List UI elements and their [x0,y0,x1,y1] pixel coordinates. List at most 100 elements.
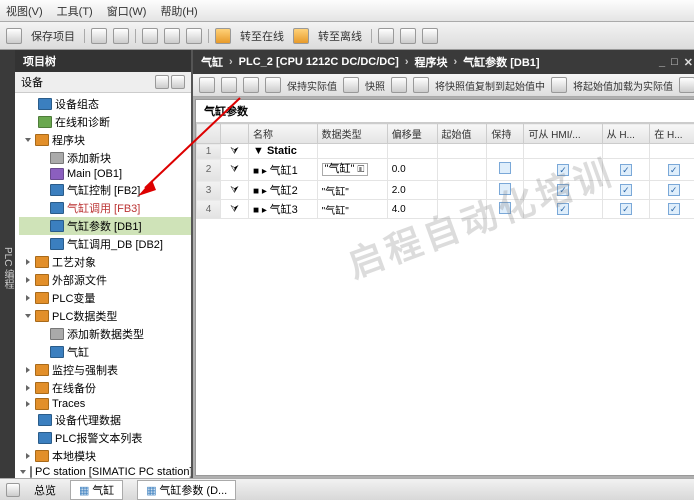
col-in-hmi[interactable]: 从 H... [602,124,650,144]
expand-icon[interactable] [20,470,26,474]
maximize-icon[interactable]: □ [671,56,678,69]
menu-tools[interactable]: 工具(T) [57,3,93,19]
expand-icon[interactable] [26,259,30,265]
expand-icon[interactable] [26,385,30,391]
upload-icon[interactable] [186,28,202,44]
tree-cyl-call: 气缸调用 [FB3] [19,199,191,217]
save-icon[interactable] [6,28,22,44]
menu-help[interactable]: 帮助(H) [160,3,197,19]
go-offline-label: 转至离线 [318,28,362,44]
checkbox[interactable]: ✓ [668,203,680,215]
checkbox[interactable]: ✓ [557,203,569,215]
go-online-icon[interactable] [215,28,231,44]
expand-icon[interactable] [26,367,30,373]
folder-icon [35,310,49,322]
checkbox[interactable]: ✓ [557,164,569,176]
checkbox[interactable]: ✓ [620,184,632,196]
snapshot-button[interactable]: 快照 [365,78,385,93]
panel-sub-devices: 设备 [15,72,191,93]
menu-window[interactable]: 窗口(W) [107,3,147,19]
checkbox[interactable] [499,202,511,214]
load-icon[interactable] [551,77,567,93]
go-offline-icon[interactable] [293,28,309,44]
copy-snap-button[interactable]: 将快照值复制到起始值中 [435,78,545,93]
project-tree[interactable]: 设备组态 在线和诊断 程序块 添加新块 Main [OB1] 气缸控制 [FB2… [15,93,191,478]
tree-plc-types: PLC数据类型 [19,307,191,325]
col-in-h[interactable]: 在 H... [650,124,694,144]
tree-main-ob1: Main [OB1] [19,167,191,181]
folder-icon [35,398,49,410]
bc-4[interactable]: 气缸参数 [DB1] [463,54,539,70]
table-row: 4⮛ ■ ▸ 气缸3 "气缸" 4.0 ✓ ✓ ✓ [197,200,694,219]
db-toolbar: 保持实际值 快照 将快照值复制到起始值中 将起始值加载为实际值 [193,74,694,97]
tool-icon[interactable] [243,77,259,93]
redo-icon[interactable] [113,28,129,44]
expand-icon[interactable] [26,277,30,283]
folder-icon [35,134,49,146]
bc-3[interactable]: 程序块 [415,54,448,70]
device-icon [38,98,52,110]
portal-view-icon[interactable] [6,483,20,497]
tree-tool-icon[interactable] [155,75,169,89]
search-icon[interactable] [378,28,394,44]
add-icon [50,328,64,340]
copy-icon[interactable] [413,77,429,93]
compile-icon[interactable] [142,28,158,44]
checkbox[interactable] [499,183,511,195]
folder-icon [35,292,49,304]
close-icon[interactable]: ✕ [684,56,693,69]
tree-tool-icon[interactable] [171,75,185,89]
status-tab-1[interactable]: ▦ 气缸 [70,480,123,500]
keep-actual-button[interactable]: 保持实际值 [287,78,337,93]
minimize-icon[interactable]: _ [659,56,665,69]
tool-icon[interactable] [265,77,281,93]
close-icon[interactable] [422,28,438,44]
tree-local-mod: 本地模块 [19,447,191,465]
bc-1[interactable]: 气缸 [201,54,223,70]
tool-icon[interactable] [199,77,215,93]
tree-add-type: 添加新数据类型 [19,325,191,343]
tree-cyl-type: 气缸 [19,343,191,361]
bc-2[interactable]: PLC_2 [CPU 1212C DC/DC/DC] [239,56,399,68]
col-keep[interactable]: 保持 [487,124,524,144]
col-start[interactable]: 起始值 [437,124,487,144]
col-name[interactable]: 名称 [249,124,318,144]
expand-icon[interactable] [25,138,31,142]
col-from-hmi[interactable]: 可从 HMI/... [524,124,602,144]
menu-view[interactable]: 视图(V) [6,3,43,19]
status-tab-2[interactable]: ▦ 气缸参数 (D... [137,480,236,500]
download-icon[interactable] [164,28,180,44]
save-label: 保存项目 [31,28,75,44]
copy-icon[interactable] [391,77,407,93]
checkbox[interactable]: ✓ [620,203,632,215]
checkbox[interactable]: ✓ [668,184,680,196]
expand-icon[interactable] [26,401,30,407]
checkbox[interactable]: ✓ [668,164,680,176]
tree-program-blocks: 程序块 [19,131,191,149]
tree-traces: Traces [19,397,191,411]
col-type[interactable]: 数据类型 [317,124,387,144]
proxy-icon [38,414,52,426]
table-title: 气缸参数 [196,100,694,123]
snapshot-icon[interactable] [343,77,359,93]
load-start-button[interactable]: 将起始值加载为实际值 [573,78,673,93]
tool-icon[interactable] [679,77,694,93]
expand-icon[interactable] [25,314,31,318]
tool-icon[interactable] [221,77,237,93]
pc-icon [30,466,32,478]
undo-icon[interactable] [91,28,107,44]
left-dock-rail[interactable]: PLC 编程 [0,50,15,478]
folder-icon [35,256,49,268]
ob-icon [50,168,64,180]
tree-watch: 监控与强制表 [19,361,191,379]
expand-icon[interactable] [26,295,30,301]
db-grid[interactable]: 名称 数据类型 偏移量 起始值 保持 可从 HMI/... 从 H... 在 H… [196,123,694,475]
cross-ref-icon[interactable] [400,28,416,44]
overview-button[interactable]: 总览 [34,482,56,498]
checkbox[interactable]: ✓ [557,184,569,196]
checkbox[interactable] [499,162,511,174]
tree-dev-config: 设备组态 [19,95,191,113]
expand-icon[interactable] [26,453,30,459]
col-offset[interactable]: 偏移量 [387,124,437,144]
checkbox[interactable]: ✓ [620,164,632,176]
